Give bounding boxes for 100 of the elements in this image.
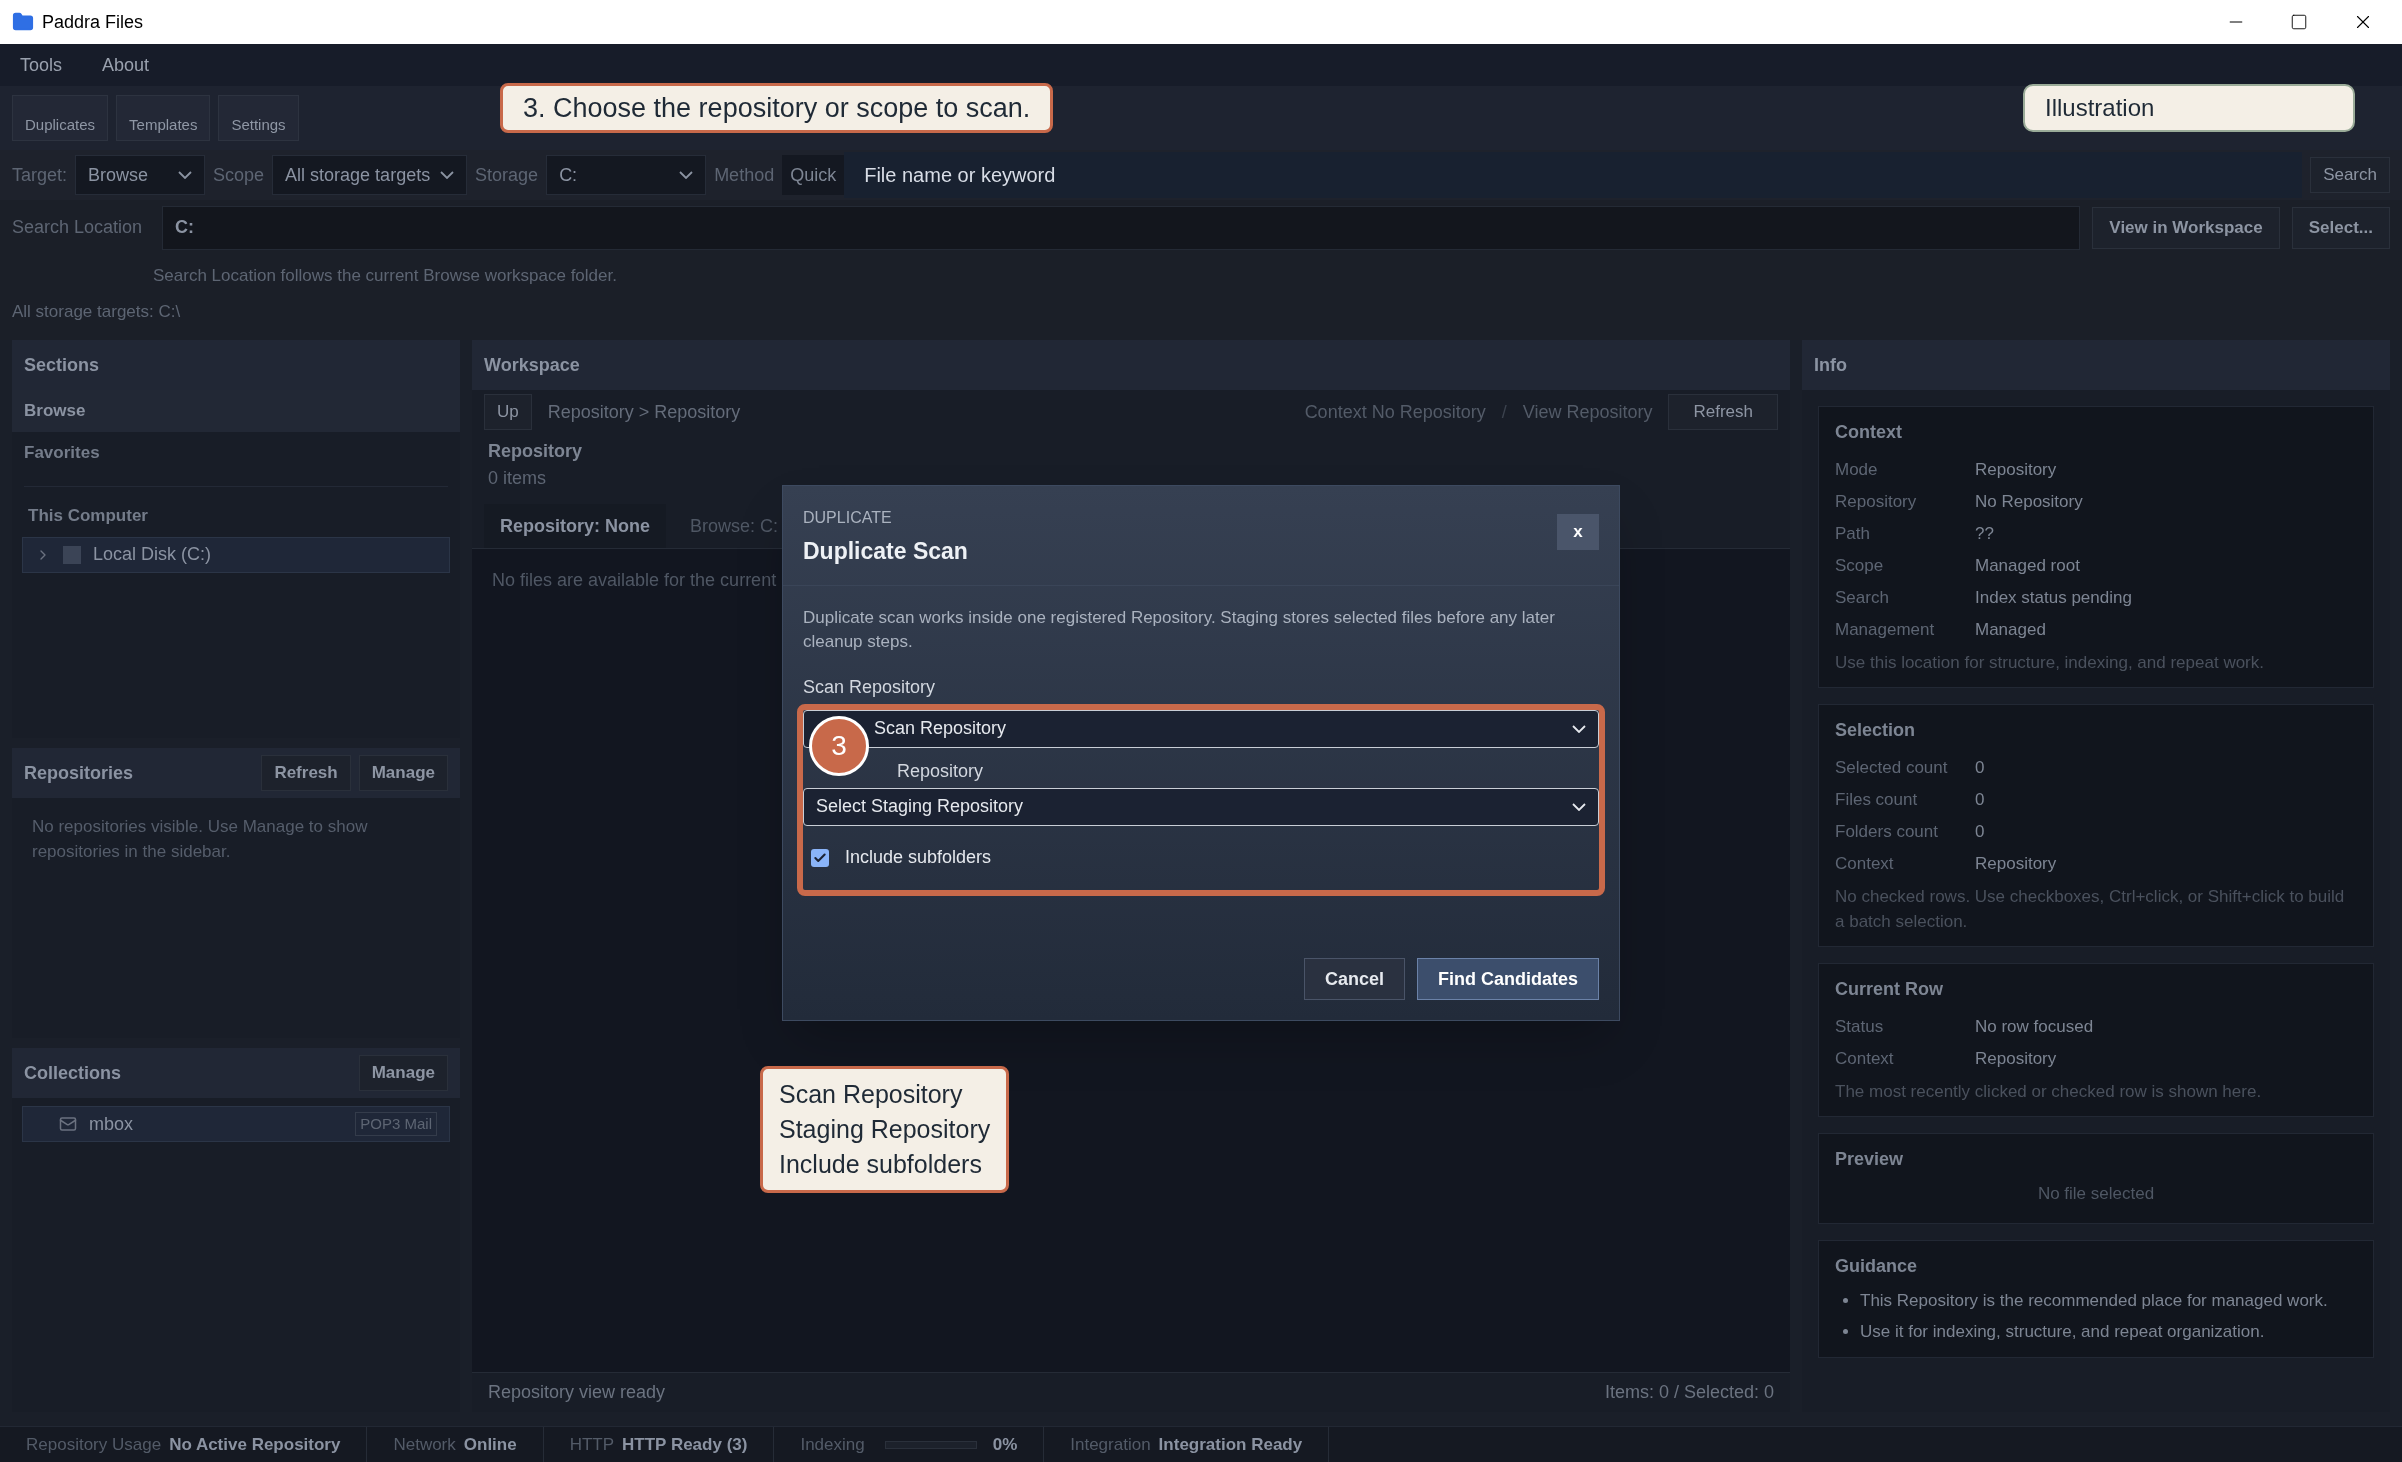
dialog-button[interactable]: Cancel (1303, 958, 1405, 1000)
status-value: Online (463, 1433, 517, 1456)
panel-button[interactable]: Refresh (261, 755, 351, 791)
status-value: Integration Ready (1158, 1433, 1303, 1456)
item-count: 0 items (487, 467, 548, 490)
field-label: Scan Repository (803, 675, 937, 699)
panel-title: Repositories (24, 761, 134, 785)
info-label: Selected count (1835, 757, 1949, 780)
info-label: Context (1835, 1048, 1895, 1071)
field-label: Target: (12, 163, 68, 187)
dialog-eyebrow: DUPLICATE (803, 508, 893, 528)
checkbox[interactable] (811, 848, 829, 867)
callout-line: Staging Repository (779, 1114, 991, 1145)
toolbar-button[interactable]: Settings (218, 95, 299, 141)
collection-tag: POP3 Mail (355, 1111, 437, 1137)
chevron-down-icon (1572, 724, 1586, 733)
view-in-workspace-button[interactable]: View in Workspace (2092, 206, 2280, 249)
empty-message: No file selected (2037, 1183, 2155, 1205)
info-label: Files count (1835, 789, 1919, 812)
repository-select[interactable]: Select Staging Repository (803, 787, 1599, 826)
status-value: No Active Repository (169, 1433, 341, 1456)
card-title: Current Row (1835, 978, 1944, 1001)
chevron-down-icon (440, 171, 455, 179)
guidance-item: Use it for indexing, structure, and repeat organization. (1835, 1319, 2357, 1345)
chevron-down-icon (1572, 802, 1586, 811)
info-label: Status (1835, 1016, 1885, 1039)
menu-item[interactable]: About (102, 51, 150, 79)
status-text: Repository view ready (488, 1381, 666, 1404)
up-button[interactable]: Up (484, 394, 532, 430)
scope-select[interactable]: All storage targets (272, 155, 468, 195)
status-label: Repository Usage (26, 1433, 162, 1456)
info-value: Repository (1975, 853, 2057, 876)
card-note: Use this location for structure, indexing, and repeat work. (1835, 652, 2265, 674)
section-item[interactable]: Favorites (12, 432, 460, 474)
storage-select[interactable]: C: (546, 155, 707, 195)
field-label: Storage (475, 163, 539, 187)
status-label: Integration (1070, 1433, 1151, 1456)
info-value: Repository (1975, 459, 2057, 482)
info-label: Management (1835, 619, 1936, 642)
toolbar-button[interactable]: Templates (116, 95, 211, 141)
illustration-badge: Illustration (2023, 84, 2355, 132)
panel-button[interactable]: Manage (358, 755, 448, 791)
chevron-down-icon (679, 171, 694, 179)
dialog-button[interactable]: Find Candidates (1417, 958, 1599, 1000)
status-value: 0% (992, 1433, 1018, 1456)
dialog-title: Duplicate Scan (803, 537, 968, 566)
card-title: Preview (1835, 1148, 1905, 1171)
menu-item[interactable]: Tools (20, 51, 63, 79)
workspace-heading: Repository (487, 440, 584, 463)
close-button[interactable]: x (1557, 514, 1599, 550)
tree-item[interactable]: Local Disk (C:) (22, 536, 450, 573)
info-value: Managed root (1975, 555, 2080, 578)
target-select[interactable]: Browse (75, 155, 206, 195)
status-label: Network (393, 1433, 456, 1456)
maximize-icon[interactable] (2290, 13, 2308, 31)
drive-icon (63, 545, 81, 564)
status-label: Indexing (800, 1433, 865, 1456)
info-label: Scope (1835, 555, 1885, 578)
info-value: 0 (1975, 757, 1985, 780)
card-note: No checked rows. Use checkboxes, Ctrl+click, or Shift+click to build a batch selection. (1835, 886, 2346, 933)
toolbar-button[interactable]: Duplicates (12, 95, 109, 141)
location-field[interactable]: C: (162, 205, 2081, 250)
field-label: Method (714, 163, 775, 187)
empty-message: No files are available for the current (491, 569, 778, 592)
search-field[interactable]: File name or keyword (844, 152, 2303, 198)
window-title: Paddra Files (42, 10, 144, 34)
section-item[interactable]: Browse (12, 390, 460, 432)
panel-title: Sections (24, 353, 100, 377)
separator: / (1501, 400, 1507, 424)
card-note: The most recently clicked or checked row is shown here. (1835, 1081, 2263, 1103)
context-text: Context No Repository (1304, 400, 1486, 424)
status-value: HTTP Ready (3) (622, 1433, 748, 1456)
hint-text: Search Location follows the current Browse workspace folder. (153, 265, 618, 287)
status-label: HTTP (569, 1433, 615, 1456)
info-value: 0 (1975, 789, 1985, 812)
checkbox-label: Include subfolders (845, 846, 992, 869)
chevron-down-icon (178, 171, 193, 179)
search-button[interactable]: Search (2310, 157, 2390, 193)
panel-title: Collections (24, 1061, 121, 1085)
card-title: Context (1835, 421, 1903, 444)
select-button[interactable]: Select... (2291, 206, 2390, 249)
group-label: This Computer (27, 505, 149, 527)
panel-title: Info (1814, 353, 1847, 377)
storage-targets-text: All storage targets: C:\ (12, 300, 182, 323)
breadcrumb: Repository > Repository (547, 400, 741, 424)
refresh-button[interactable]: Refresh (1668, 394, 1778, 430)
card-title: Guidance (1835, 1254, 1919, 1278)
info-label: Path (1835, 523, 1871, 546)
info-label: Mode (1835, 459, 1879, 482)
info-label: Context (1835, 853, 1895, 876)
mail-icon (59, 1115, 77, 1133)
panel-button[interactable]: Manage (358, 1055, 448, 1091)
collection-item[interactable]: mbox POP3 Mail (22, 1106, 450, 1142)
info-value: No Repository (1975, 491, 2083, 514)
check-icon (813, 850, 827, 865)
method-value: Quick (782, 155, 845, 195)
info-value: Index status pending (1975, 587, 2132, 610)
folder-icon (12, 11, 34, 33)
view-tab[interactable]: Repository: None (484, 504, 666, 548)
callout-line: Include subfolders (779, 1149, 983, 1180)
